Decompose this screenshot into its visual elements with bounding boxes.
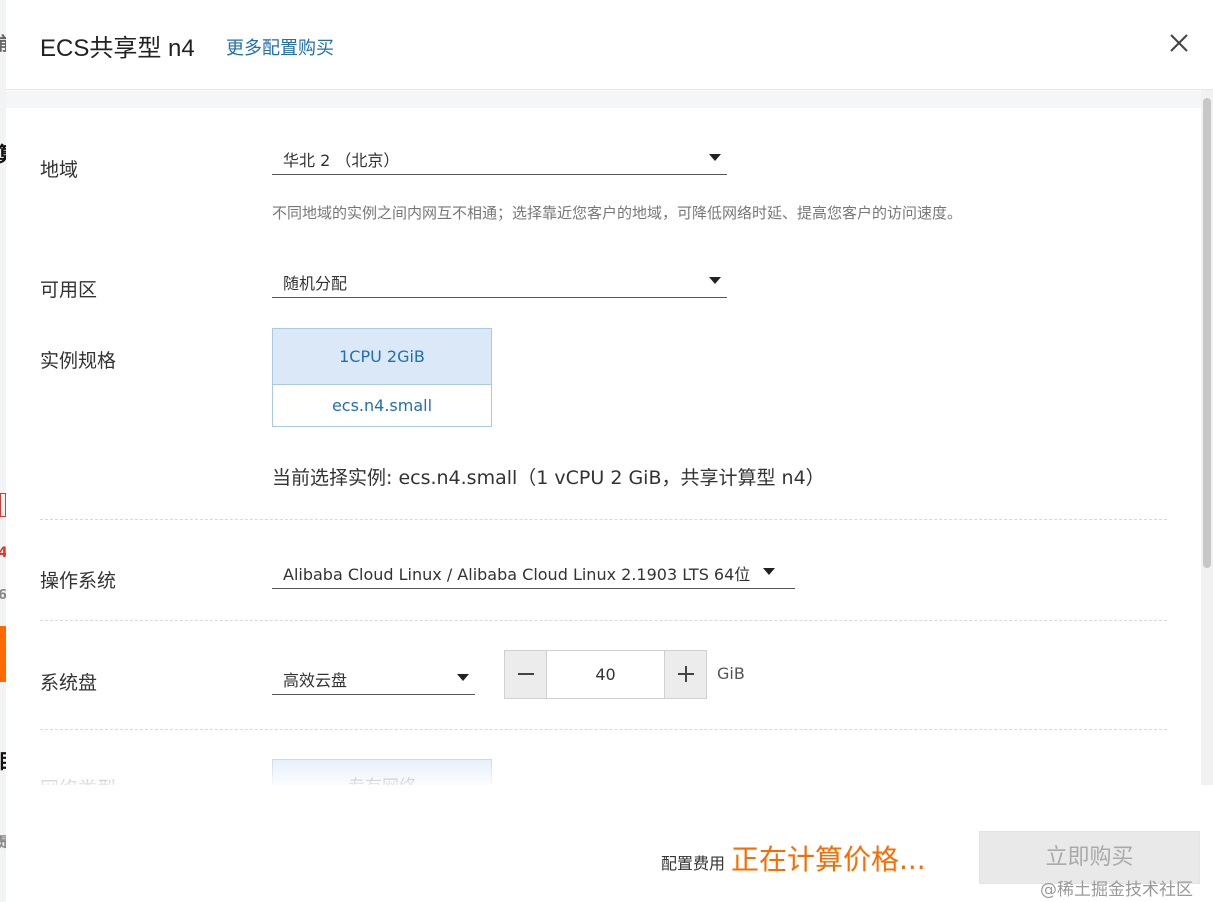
instance-spec-secondary: ecs.n4.small [331,396,433,415]
plus-icon [678,666,694,682]
caret-down-icon [763,568,775,575]
network-option-vpc[interactable]: 专有网络 [272,759,492,785]
region-select-value: 华北 2 （北京） [283,151,400,170]
section-divider [40,729,1167,730]
os-select-value: Alibaba Cloud Linux / Alibaba Cloud Linu… [283,565,751,584]
scrollbar[interactable] [1201,90,1213,785]
disk-type-value: 高效云盘 [283,671,348,690]
caret-down-icon [709,154,721,161]
system-disk-label: 系统盘 [40,672,98,694]
section-divider [40,519,1167,520]
zone-select[interactable]: 随机分配 [272,268,727,298]
disk-size-input[interactable]: 40 [547,651,664,698]
section-divider [40,620,1167,621]
region-select[interactable]: 华北 2 （北京） [272,145,727,175]
minus-icon [518,673,534,675]
caret-down-icon [457,674,469,681]
region-label: 地域 [40,159,79,181]
os-select[interactable]: Alibaba Cloud Linux / Alibaba Cloud Linu… [272,559,795,589]
current-instance-selection: 当前选择实例: ecs.n4.small（1 vCPU 2 GiB，共享计算型 … [272,467,825,489]
os-label: 操作系统 [40,570,117,592]
region-hint: 不同地域的实例之间内网互不相通；选择靠近您客户的地域，可降低网络时延、提高您客户… [272,204,963,222]
instance-spec-option[interactable]: 1CPU 2GiB ecs.n4.small [272,328,492,427]
disk-size-stepper: 40 [504,650,707,699]
config-form: 地域 华北 2 （北京） 不同地域的实例之间内网互不相通；选择靠近您客户的地域，… [6,108,1201,785]
increment-button[interactable] [664,651,706,698]
content-top-strip [6,91,1213,108]
zone-select-value: 随机分配 [283,274,348,293]
purchase-dialog: ECS共享型 n4 更多配置购买 地域 华北 2 （北京） 不同地域的实例之间内… [6,0,1213,902]
watermark: @稀土掘金技术社区 [1040,880,1193,900]
close-button[interactable] [1166,30,1192,56]
close-icon [1170,34,1188,52]
dialog-header: ECS共享型 n4 更多配置购买 [6,0,1213,90]
fee-value: 正在计算价格... [731,843,926,876]
network-type-label: 网络类型 [40,774,116,785]
dialog-footer: 配置费用 正在计算价格... 立即购买 [6,785,1213,902]
decrement-button[interactable] [505,651,547,698]
fee-label: 配置费用 [661,854,726,873]
instance-spec-label: 实例规格 [40,350,117,372]
caret-down-icon [709,277,721,284]
dialog-title: ECS共享型 n4 [40,35,195,62]
disk-size-unit: GiB [717,664,745,683]
zone-label: 可用区 [40,279,98,301]
instance-spec-primary: 1CPU 2GiB [273,329,491,385]
disk-type-select[interactable]: 高效云盘 [272,665,475,695]
more-config-link[interactable]: 更多配置购买 [226,34,334,60]
scrollbar-thumb[interactable] [1203,98,1211,568]
